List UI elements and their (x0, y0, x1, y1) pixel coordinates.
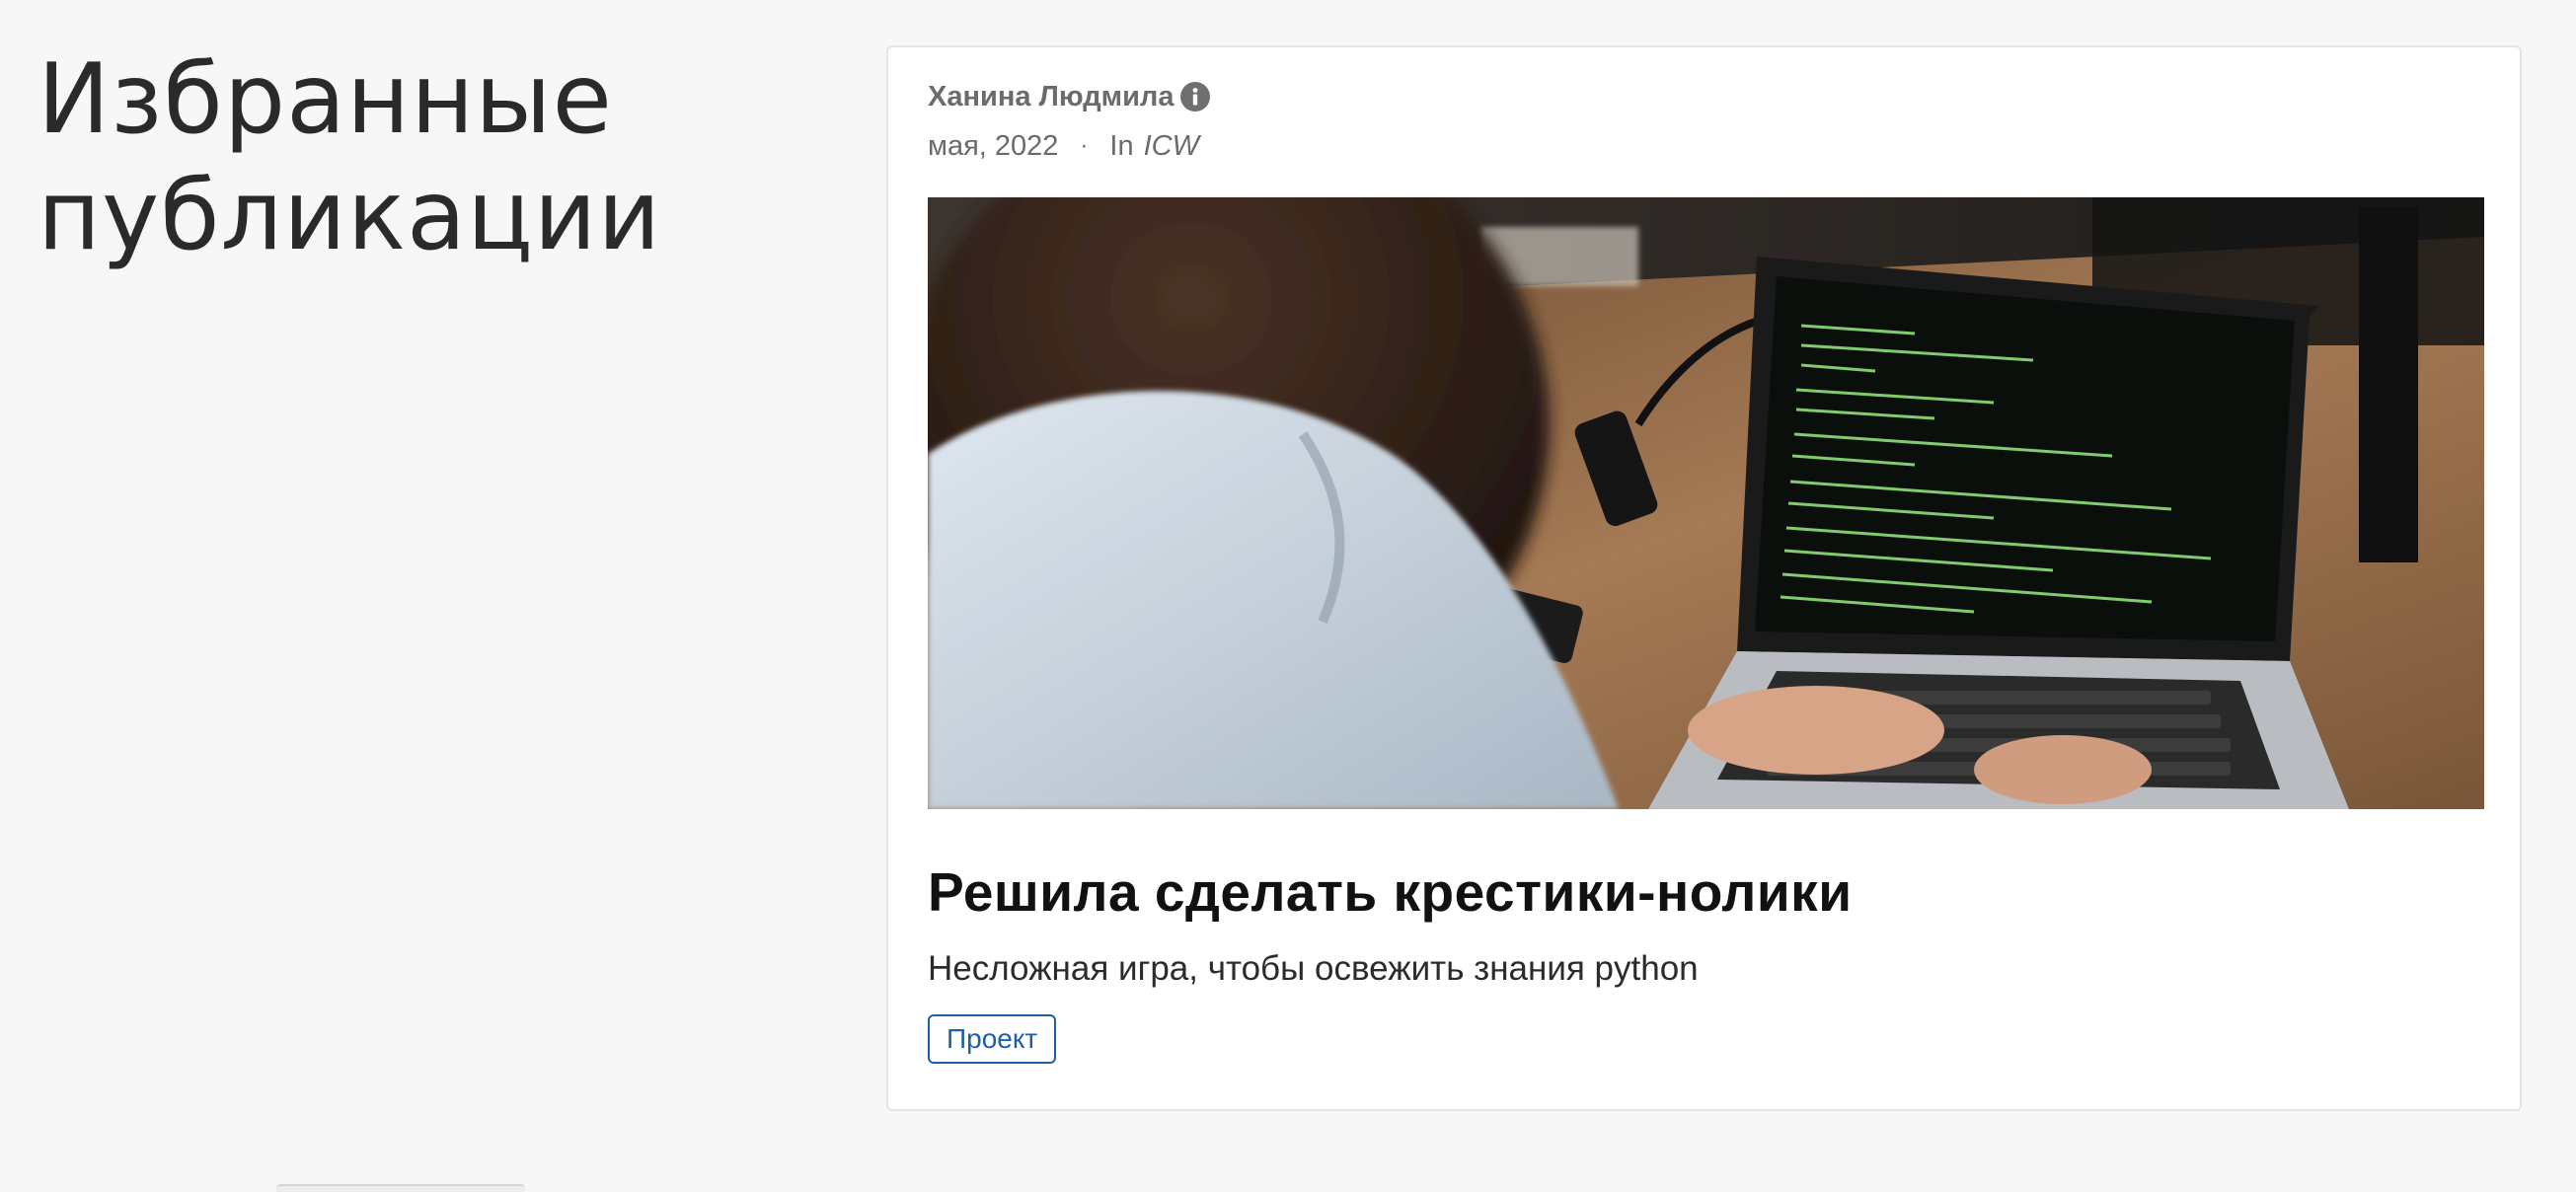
page: Избранные публикации Ханина Людмила мая,… (0, 0, 2576, 1192)
post-excerpt: Несложная игра, чтобы освежить знания py… (928, 949, 1699, 988)
info-icon[interactable] (1179, 82, 1210, 112)
tag-project[interactable]: Проект (928, 1014, 1057, 1064)
post-date: мая, 2022 (928, 129, 1059, 162)
post-title[interactable]: Решила сделать крестики-нолики (928, 860, 1853, 924)
author-name[interactable]: Ханина Людмила (928, 81, 1174, 113)
post-category-link[interactable]: ICW (1144, 130, 1199, 163)
section-heading: Избранные публикации (38, 43, 662, 272)
post-card[interactable]: Ханина Людмила мая, 2022 · In ICW Решила… (886, 45, 2522, 1111)
laptop-photo (928, 197, 2484, 809)
info-glyph (1192, 88, 1197, 106)
meta-separator: · (1080, 132, 1089, 159)
next-card-edge (276, 1184, 525, 1192)
post-meta: мая, 2022 · In ICW (928, 126, 1199, 166)
in-label: In (1109, 129, 1134, 162)
author-row: Ханина Людмила (928, 79, 1210, 114)
post-hero-image[interactable] (928, 197, 2484, 809)
